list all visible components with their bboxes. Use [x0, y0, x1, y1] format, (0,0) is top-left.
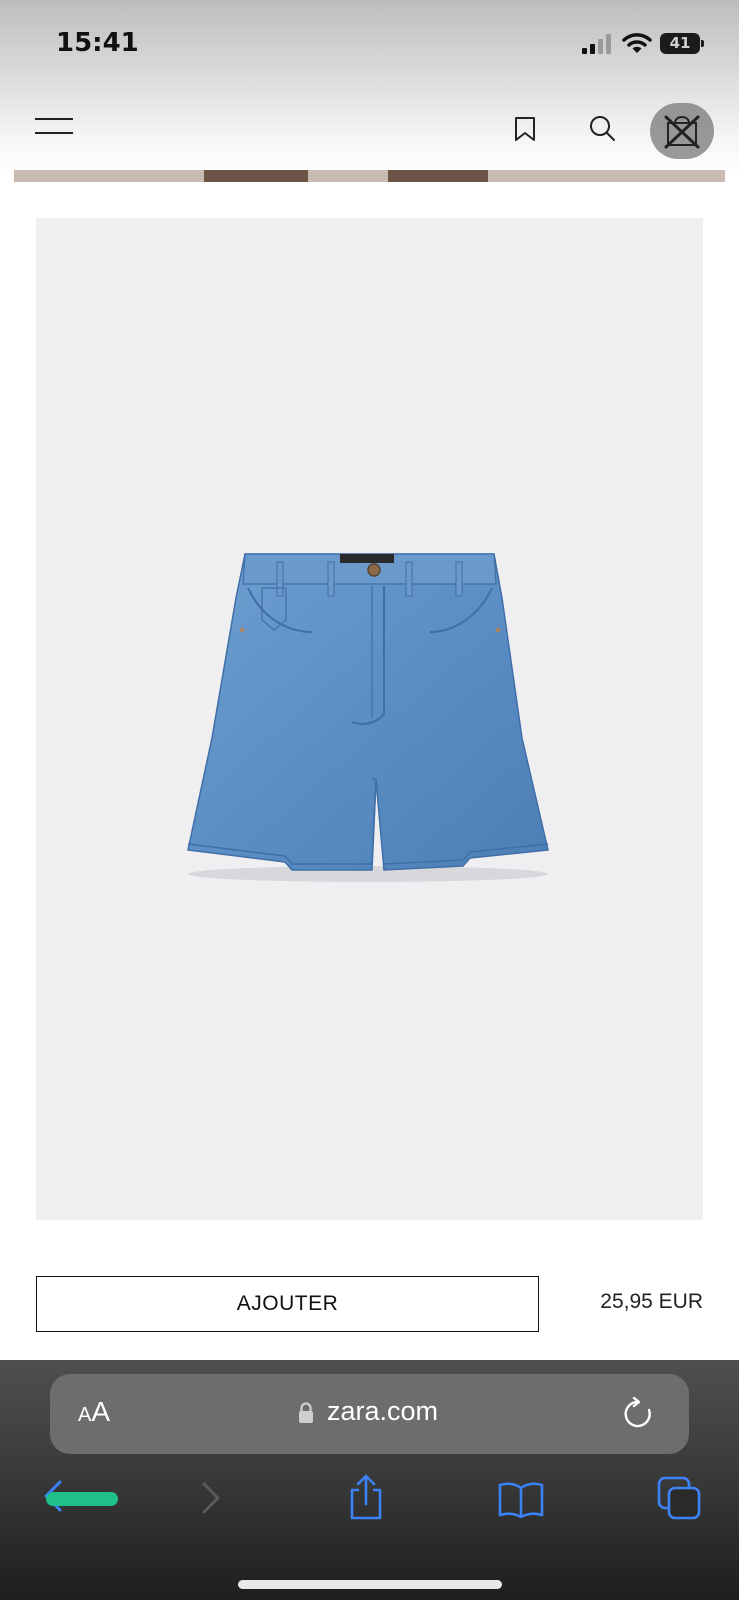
denim-shorts-image — [187, 553, 549, 882]
back-arrow-icon[interactable] — [40, 1478, 120, 1514]
browser-toolbar: AA zara.com — [0, 1360, 739, 1600]
cellular-signal-icon — [582, 34, 614, 54]
add-to-cart-button[interactable]: AJOUTER — [36, 1276, 539, 1332]
status-time: 15:41 — [56, 28, 139, 58]
battery-icon: 41 — [660, 33, 704, 54]
bookmark-icon[interactable] — [512, 116, 538, 142]
top-gradient — [0, 0, 739, 175]
tabs-icon[interactable] — [657, 1476, 701, 1520]
forward-arrow-icon[interactable] — [198, 1480, 222, 1516]
back-highlight — [46, 1492, 118, 1506]
home-indicator — [238, 1580, 502, 1589]
shopping-bag-button[interactable] — [650, 103, 714, 159]
share-icon[interactable] — [346, 1474, 386, 1520]
text-size-button[interactable]: AA — [78, 1396, 110, 1428]
product-price: 25,95 EUR — [600, 1290, 703, 1313]
text-size-small-label: A — [78, 1404, 92, 1426]
lock-icon — [298, 1402, 314, 1424]
text-size-big-label: A — [91, 1396, 111, 1427]
open-book-icon[interactable] — [498, 1480, 544, 1519]
wifi-icon — [622, 31, 652, 55]
hamburger-icon[interactable] — [35, 118, 73, 136]
product-image[interactable] — [36, 218, 703, 1220]
url-text[interactable]: zara.com — [327, 1396, 438, 1427]
reload-icon[interactable] — [622, 1396, 654, 1431]
address-bar[interactable]: AA zara.com — [50, 1374, 689, 1454]
shopping-bag-icon — [664, 115, 700, 149]
previous-image-strip — [14, 170, 725, 182]
search-icon[interactable] — [588, 114, 616, 142]
